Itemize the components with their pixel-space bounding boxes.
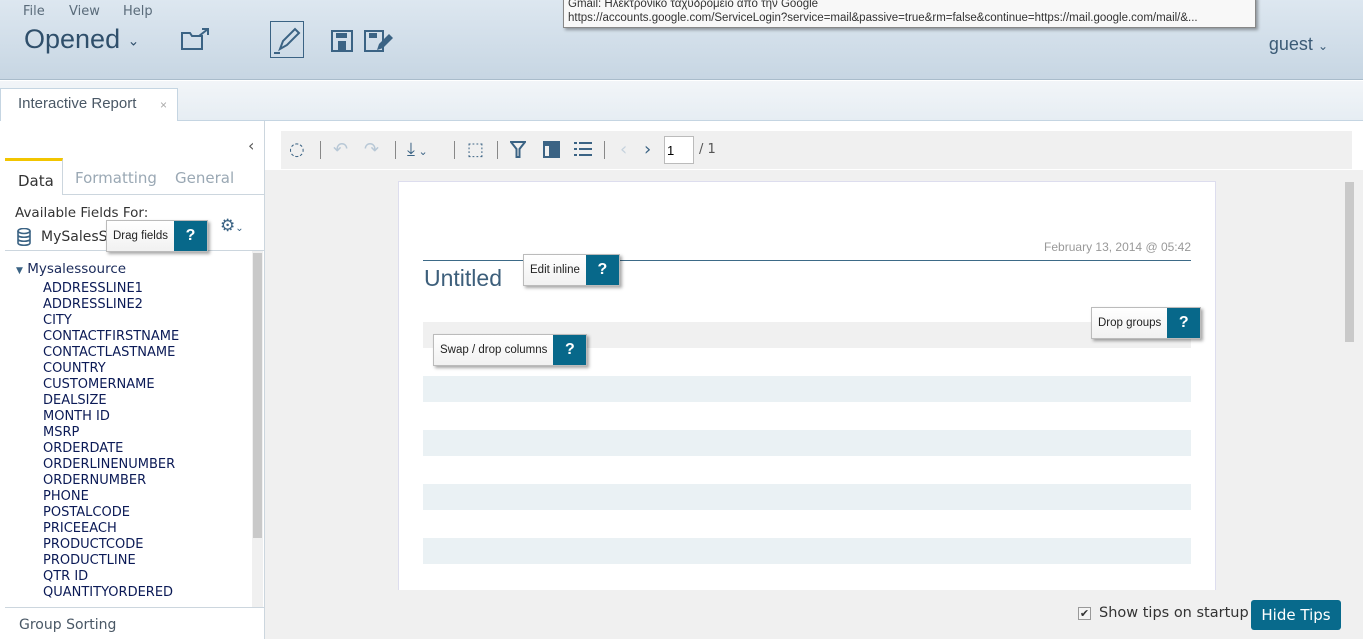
collapse-panel-icon[interactable]: ‹	[248, 136, 254, 155]
help-icon[interactable]: ?	[585, 255, 619, 285]
table-row	[423, 484, 1191, 510]
field-list-scrollbar[interactable]	[252, 251, 263, 607]
field-item[interactable]: CITY	[43, 313, 72, 329]
table-row	[423, 376, 1191, 402]
field-item[interactable]: ORDERLINENUMBER	[43, 457, 175, 473]
scrollbar-thumb[interactable]	[253, 253, 262, 538]
previous-page-icon[interactable]: ‹	[620, 140, 627, 160]
mode-dropdown[interactable]: Opened ⌄	[24, 24, 139, 55]
database-icon	[17, 228, 31, 246]
table-row	[423, 538, 1191, 564]
help-icon[interactable]: ?	[1167, 308, 1201, 338]
field-item[interactable]: ADDRESSLINE2	[43, 297, 143, 313]
user-menu[interactable]: guest ⌄	[1269, 34, 1328, 55]
canvas-scrollbar[interactable]	[1343, 178, 1356, 590]
next-page-icon[interactable]: ›	[644, 140, 651, 160]
field-item[interactable]: POSTALCODE	[43, 505, 130, 521]
layout-icon[interactable]	[543, 141, 560, 158]
field-item[interactable]: QUANTITYORDERED	[43, 585, 173, 601]
field-item[interactable]: MSRP	[43, 425, 79, 441]
list-icon[interactable]	[574, 141, 592, 158]
select-element-icon[interactable]: ⬚	[467, 140, 484, 160]
field-item[interactable]: ORDERDATE	[43, 441, 123, 457]
divider	[62, 194, 264, 195]
tip-swap-columns: Swap / drop columns?	[433, 334, 588, 366]
tree-root-label: Mysalessource	[27, 261, 127, 277]
tab-general[interactable]: General	[175, 158, 234, 195]
export-icon[interactable]: ⤓ ⌄	[407, 140, 428, 162]
tooltip-title: Gmail: Ηλεκτρονικό ταχυδρομείο από την G…	[568, 0, 819, 10]
available-fields-label: Available Fields For:	[15, 205, 149, 221]
report-toolbar: ◌ ↶ ↷ ⤓ ⌄ ⬚ ‹ ›	[281, 131, 1352, 169]
save-icon[interactable]	[331, 30, 355, 52]
field-item[interactable]: PRICEEACH	[43, 521, 117, 537]
tip-edit-inline: Edit inline?	[523, 254, 620, 286]
show-tips-checkbox[interactable]: ✔	[1078, 607, 1091, 620]
menu-help[interactable]: Help	[123, 4, 153, 19]
hide-tips-button[interactable]: Hide Tips	[1251, 600, 1341, 630]
chevron-down-icon: ⌄	[127, 32, 140, 49]
settings-gear-icon[interactable]: ⚙⌄	[220, 216, 244, 236]
scrollbar-thumb[interactable]	[1345, 182, 1354, 342]
tip-label: Drag fields	[113, 230, 168, 242]
field-item[interactable]: MONTH ID	[43, 409, 110, 425]
mode-label: Opened	[24, 24, 121, 54]
tab-formatting[interactable]: Formatting	[75, 158, 157, 195]
field-item[interactable]: QTR ID	[43, 569, 88, 585]
field-item[interactable]: PHONE	[43, 489, 89, 505]
field-item[interactable]: PRODUCTCODE	[43, 537, 143, 553]
tip-label: Swap / drop columns	[440, 344, 548, 356]
menu-file[interactable]: File	[23, 4, 45, 19]
field-item[interactable]: ADDRESSLINE1	[43, 281, 143, 297]
edit-icon	[274, 27, 301, 54]
undo-icon[interactable]: ↶	[333, 140, 348, 160]
help-icon[interactable]: ?	[553, 335, 587, 365]
field-item[interactable]: CONTACTFIRSTNAME	[43, 329, 179, 345]
chevron-down-icon: ⌄	[1317, 39, 1328, 53]
tip-drop-groups: Drop groups?	[1091, 307, 1202, 339]
report-title[interactable]: Untitled	[424, 265, 502, 292]
filter-icon[interactable]	[510, 141, 526, 158]
field-item[interactable]: DEALSIZE	[43, 393, 107, 409]
help-icon[interactable]: ?	[173, 221, 207, 251]
redo-icon[interactable]: ↷	[364, 140, 379, 160]
close-icon[interactable]: ×	[160, 98, 167, 112]
tip-drag-fields: Drag fields?	[106, 220, 208, 252]
select-all-icon[interactable]: ◌	[289, 140, 305, 160]
report-date: February 13, 2014 @ 05:42	[1044, 240, 1191, 254]
page-total: / 1	[699, 142, 716, 157]
tab-label: Interactive Report	[18, 95, 137, 112]
tooltip-url: https://accounts.google.com/ServiceLogin…	[568, 12, 1198, 24]
tree-root-mysalessource[interactable]: ▼ Mysalessource	[16, 261, 126, 277]
user-name: guest	[1268, 34, 1313, 54]
open-folder-icon[interactable]	[180, 27, 211, 52]
field-item[interactable]: CUSTOMERNAME	[43, 377, 155, 393]
tab-interactive-report[interactable]: Interactive Report ×	[0, 88, 178, 121]
tab-bar	[0, 81, 1363, 121]
menu-view[interactable]: View	[69, 4, 100, 19]
page-number-input[interactable]	[664, 136, 694, 164]
caret-down-icon: ▼	[16, 266, 23, 276]
tip-label: Drop groups	[1098, 317, 1162, 329]
table-row	[423, 430, 1191, 456]
edit-button[interactable]	[270, 21, 304, 58]
browser-link-tooltip: Gmail: Ηλεκτρονικό ταχυδρομείο από την G…	[563, 0, 1256, 28]
field-item[interactable]: PRODUCTLINE	[43, 553, 136, 569]
show-tips-label: Show tips on startup	[1099, 605, 1249, 621]
group-sorting-section[interactable]: Group Sorting	[5, 607, 264, 639]
field-item[interactable]: CONTACTLASTNAME	[43, 345, 175, 361]
tab-data[interactable]: Data	[5, 158, 63, 195]
field-item[interactable]: COUNTRY	[43, 361, 106, 377]
field-item[interactable]: ORDERNUMBER	[43, 473, 146, 489]
tip-label: Edit inline	[530, 264, 580, 276]
save-as-icon[interactable]	[364, 30, 396, 52]
